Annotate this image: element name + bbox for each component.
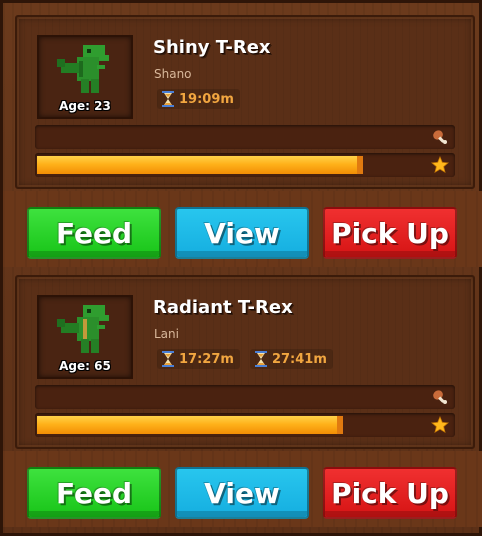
meat-drumstick-icon (433, 390, 447, 404)
timer-text: 19:09m (179, 91, 234, 107)
progress-bar-fill (37, 156, 363, 174)
pet-portrait[interactable]: Age: 23 (37, 35, 133, 119)
pet-name: Radiant T-Rex (153, 297, 293, 318)
progress-bar-fill (37, 416, 343, 434)
progress-bar-track (37, 416, 373, 434)
pet-inventory-panel: Age: 23 Shiny T-Rex Shano 19:09m Feed Vi… (0, 0, 482, 536)
pick-up-button[interactable]: Pick Up (323, 467, 457, 519)
view-button[interactable]: View (175, 207, 309, 259)
star-icon (431, 416, 449, 434)
hunger-bar (35, 125, 455, 149)
t-rex-icon (57, 45, 109, 93)
view-button[interactable]: View (175, 467, 309, 519)
pet-portrait[interactable]: Age: 65 (37, 295, 133, 379)
pet-actions: Feed View Pick Up (3, 191, 482, 267)
meat-drumstick-icon (433, 130, 447, 144)
pet-age: Age: 23 (59, 99, 111, 113)
pick-up-button[interactable]: Pick Up (323, 207, 457, 259)
hunger-bar-track (37, 128, 373, 146)
pet-name: Shiny T-Rex (153, 37, 271, 58)
pet-owner: Shano (154, 67, 192, 81)
timer-badge: 17:27m (157, 349, 240, 369)
timer-text: 27:41m (271, 351, 327, 367)
pet-card: Age: 65 Radiant T-Rex Lani 17:27m 27:41m (15, 275, 475, 449)
pet-timers: 19:09m (157, 89, 240, 109)
timer-text: 17:27m (179, 351, 234, 367)
timer-badge: 27:41m (249, 349, 333, 369)
hunger-bar-track (37, 388, 373, 406)
timer-badge: 19:09m (157, 89, 240, 109)
feed-button[interactable]: Feed (27, 207, 161, 259)
pet-owner: Lani (154, 327, 179, 341)
hourglass-icon (162, 91, 174, 107)
progress-bar-track (37, 156, 373, 174)
hourglass-icon (162, 351, 174, 367)
hourglass-icon (254, 351, 267, 367)
star-icon (431, 156, 449, 174)
progress-bar (35, 413, 455, 437)
pet-card: Age: 23 Shiny T-Rex Shano 19:09m (15, 15, 475, 189)
pet-age: Age: 65 (59, 359, 111, 373)
progress-bar (35, 153, 455, 177)
pet-timers: 17:27m 27:41m (157, 349, 333, 369)
hunger-bar (35, 385, 455, 409)
t-rex-icon (57, 305, 109, 353)
pet-actions: Feed View Pick Up (3, 451, 482, 527)
feed-button[interactable]: Feed (27, 467, 161, 519)
